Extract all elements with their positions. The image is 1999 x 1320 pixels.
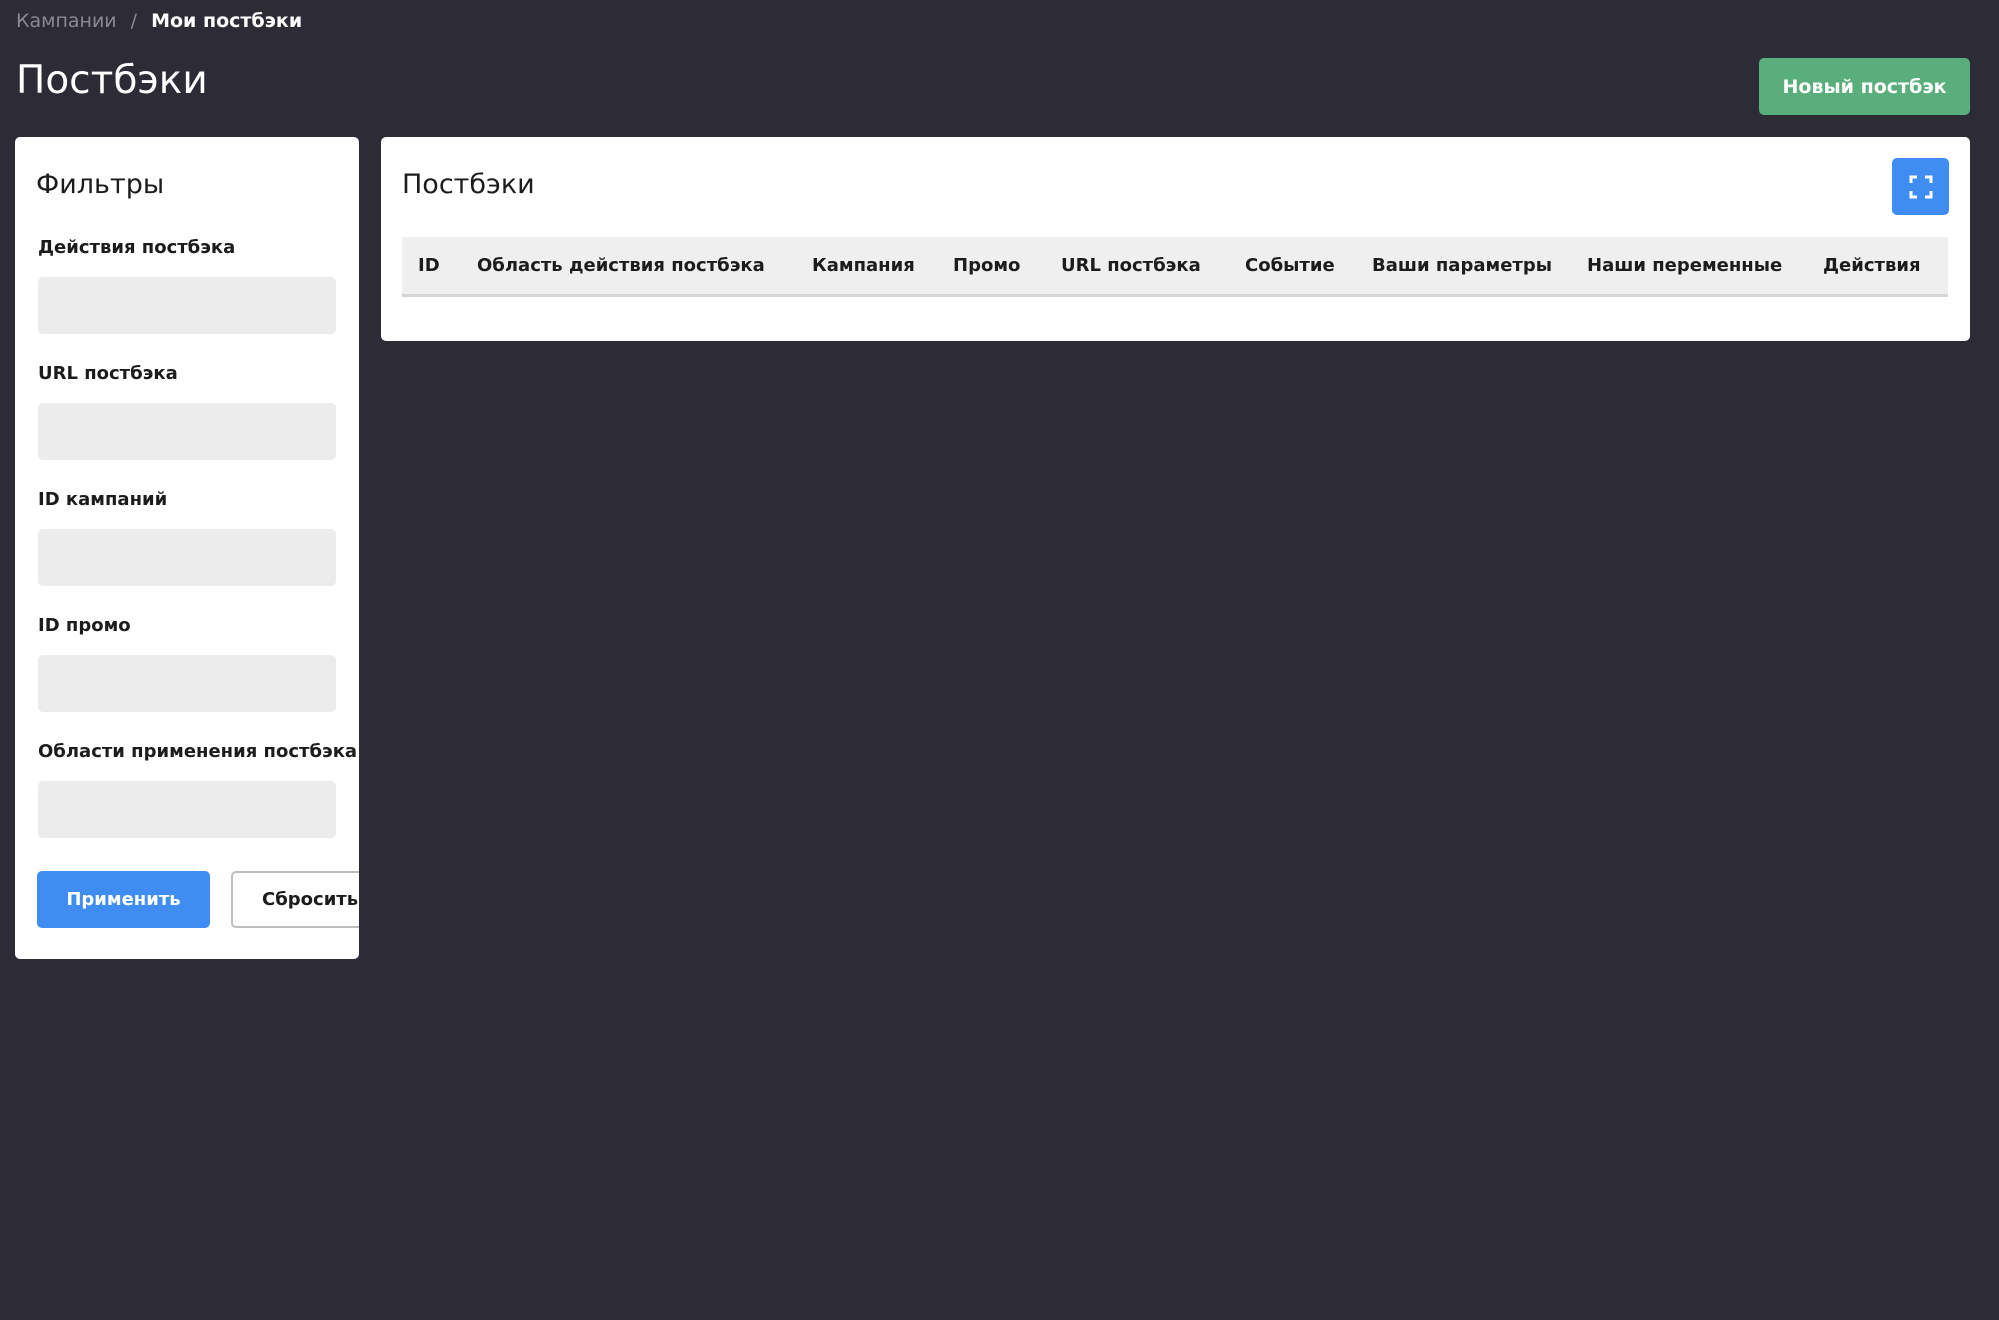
column-header-actions: Действия [1823,255,1921,276]
column-header-id[interactable]: ID [418,237,440,294]
column-header-event[interactable]: Событие [1245,237,1335,294]
table-header-row: ID Область действия постбэка Кампания Пр… [402,237,1948,297]
filters-panel: Фильтры Действия постбэка URL постбэка I… [15,137,359,959]
breadcrumb: Кампании / Мои постбэки [16,6,302,36]
breadcrumb-current: Мои постбэки [151,10,303,32]
postback-actions-label: Действия постбэка [38,237,236,258]
postback-scopes-label: Области применения постбэка [38,741,358,762]
table-title: Постбэки [402,169,535,200]
page-title: Постбэки [16,58,208,103]
postbacks-table-panel: Постбэки ID Область действия постбэка Ка… [381,137,1970,341]
column-header-promo[interactable]: Промо [953,237,1020,294]
reset-button[interactable]: Сбросить [231,871,359,928]
column-header-postback-url[interactable]: URL постбэка [1061,237,1201,294]
postback-url-input[interactable] [38,403,336,460]
campaign-ids-input[interactable] [38,529,336,586]
new-postback-button[interactable]: Новый постбэк [1759,58,1970,115]
column-header-campaign[interactable]: Кампания [812,237,915,294]
postback-url-label: URL постбэка [38,363,178,384]
column-header-your-params[interactable]: Ваши параметры [1372,237,1552,294]
expand-button[interactable] [1892,158,1949,215]
promo-ids-label: ID промо [38,615,131,636]
apply-button[interactable]: Применить [37,871,210,928]
expand-icon [1909,175,1932,198]
filters-title: Фильтры [36,169,165,200]
postback-actions-input[interactable] [38,277,336,334]
breadcrumb-link-campaigns[interactable]: Кампании [16,10,117,32]
promo-ids-input[interactable] [38,655,336,712]
column-header-scope[interactable]: Область действия постбэка [477,237,765,294]
postback-scopes-input[interactable] [38,781,336,838]
breadcrumb-separator: / [130,10,138,32]
campaign-ids-label: ID кампаний [38,489,168,510]
column-header-our-variables[interactable]: Наши переменные [1587,237,1782,294]
